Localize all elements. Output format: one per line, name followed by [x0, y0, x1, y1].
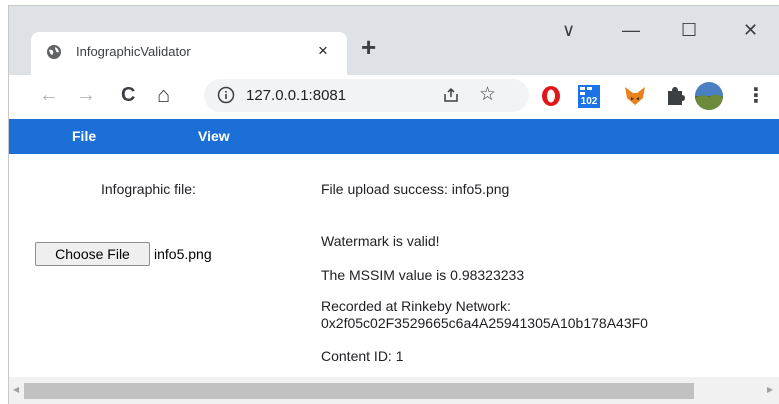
tab-infographic-validator[interactable]: InfographicValidator × [31, 32, 347, 75]
extension-badge: 102 [578, 96, 600, 108]
mssim-value-message: The MSSIM value is 0.98323233 [321, 267, 525, 283]
share-icon[interactable] [442, 86, 460, 104]
tab-close-icon[interactable]: × [318, 41, 328, 61]
new-tab-button[interactable]: + [361, 34, 376, 60]
opera-icon[interactable] [540, 84, 562, 108]
forward-icon[interactable]: → [76, 83, 96, 107]
maximize-icon[interactable]: ☐ [681, 20, 697, 40]
url-text: 127.0.0.1:8081 [246, 87, 347, 104]
watermark-status-message: Watermark is valid! [321, 233, 440, 249]
back-icon[interactable]: ← [39, 83, 59, 107]
contract-address: 0x2f05c02F3529665c6a4A25941305A10b178A43… [321, 315, 648, 331]
minimize-icon[interactable]: — [622, 20, 640, 40]
puzzle-icon[interactable] [665, 84, 685, 106]
scrollbar-thumb[interactable] [24, 383, 694, 399]
kebab-menu-icon[interactable]: ⋮ [746, 83, 766, 108]
tab-strip: InfographicValidator × + ∨ — ☐ ✕ [9, 6, 779, 75]
globe-icon [47, 45, 61, 59]
fox-icon[interactable] [623, 84, 647, 108]
tab-search-icon[interactable]: ∨ [562, 20, 575, 40]
menu-item-file[interactable]: File [72, 128, 96, 144]
address-bar[interactable]: 127.0.0.1:8081 ☆ [204, 79, 529, 112]
page-content: Infographic file: Choose File info5.png … [9, 154, 779, 377]
choose-file-button[interactable]: Choose File [35, 242, 150, 266]
content-id: Content ID: 1 [321, 348, 404, 364]
browser-toolbar: ← → C ⌂ 127.0.0.1:8081 ☆ 102 ⋮ [9, 75, 779, 119]
reload-icon[interactable]: C [121, 83, 135, 107]
scroll-left-icon[interactable]: ◀ [13, 385, 19, 394]
app-menu-bar: File View [9, 119, 779, 154]
home-icon[interactable]: ⌂ [157, 83, 170, 107]
bookmark-star-icon[interactable]: ☆ [479, 84, 496, 106]
recorded-network-label: Recorded at Rinkeby Network: [321, 298, 511, 314]
menu-item-view[interactable]: View [198, 128, 230, 144]
avatar[interactable] [694, 81, 724, 111]
infographic-file-label: Infographic file: [101, 181, 196, 197]
info-icon[interactable] [217, 86, 235, 104]
browser-window: InfographicValidator × + ∨ — ☐ ✕ ← → C ⌂… [8, 5, 779, 404]
tab-title: InfographicValidator [76, 44, 191, 59]
scroll-right-icon[interactable]: ▶ [767, 385, 773, 394]
upload-status-message: File upload success: info5.png [321, 181, 510, 197]
chosen-file-name: info5.png [154, 246, 212, 262]
counter-badge-icon[interactable]: 102 [577, 84, 601, 110]
close-window-icon[interactable]: ✕ [743, 20, 758, 40]
horizontal-scrollbar[interactable]: ◀ ▶ [9, 377, 779, 404]
